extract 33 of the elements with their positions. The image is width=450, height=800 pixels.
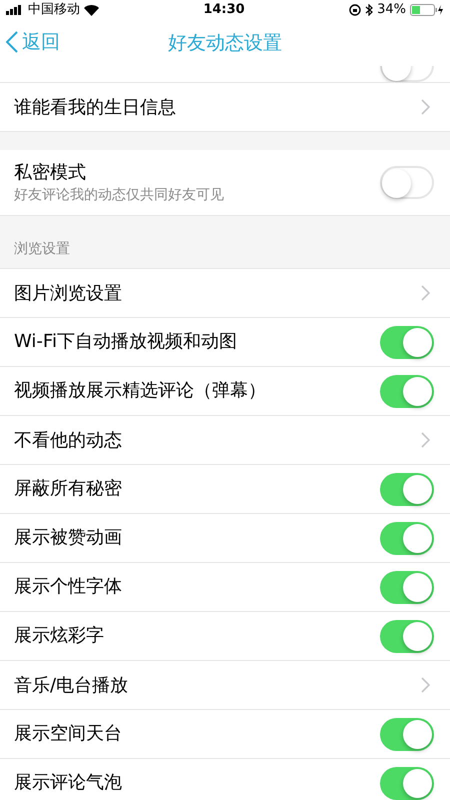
status-time: 14:30 bbox=[203, 1, 245, 20]
settings-row[interactable]: 音乐/电台播放 bbox=[0, 661, 450, 710]
row-label: 展示炫彩字 bbox=[14, 624, 104, 648]
settings-row[interactable]: 图片浏览设置 bbox=[0, 269, 450, 318]
signal-icon bbox=[6, 5, 24, 15]
chevron-right-icon bbox=[421, 99, 430, 115]
row-label: Wi-Fi下自动播放视频和动图 bbox=[14, 330, 237, 354]
carrier-name: 中国移动 bbox=[28, 1, 80, 20]
back-chevron-icon bbox=[6, 31, 18, 54]
row-label: 视频播放展示精选评论（弹幕） bbox=[14, 379, 266, 403]
chevron-right-icon bbox=[421, 285, 430, 301]
wifi-icon bbox=[84, 4, 99, 16]
row-subtitle: 好友评论我的动态仅共同好友可见 bbox=[14, 186, 224, 204]
bluetooth-icon bbox=[365, 4, 374, 16]
settings-row[interactable]: 不看他的动态 bbox=[0, 416, 450, 465]
row-label: 音乐/电台播放 bbox=[14, 674, 128, 698]
chevron-right-icon bbox=[421, 677, 430, 693]
rotation-lock-icon bbox=[349, 4, 362, 16]
row-label: 不看他的动态 bbox=[14, 428, 122, 452]
page-title: 好友动态设置 bbox=[168, 30, 282, 56]
row-label: 展示空间天台 bbox=[14, 722, 122, 746]
battery-percent: 34% bbox=[377, 1, 406, 20]
battery-icon bbox=[410, 4, 444, 16]
row-label: 图片浏览设置 bbox=[14, 282, 122, 306]
row-label: 展示个性字体 bbox=[14, 575, 122, 599]
row-label: 谁能看我的生日信息 bbox=[14, 96, 176, 120]
row-label: 私密模式 bbox=[14, 160, 87, 184]
row-label: 展示被赞动画 bbox=[14, 526, 122, 550]
section-header: 浏览设置 bbox=[14, 240, 70, 259]
row-label: 展示评论气泡 bbox=[14, 771, 122, 795]
row-label: 屏蔽所有秘密 bbox=[14, 477, 122, 501]
chevron-right-icon bbox=[421, 432, 430, 448]
settings-row[interactable]: 谁能看我的生日信息 bbox=[0, 83, 450, 132]
